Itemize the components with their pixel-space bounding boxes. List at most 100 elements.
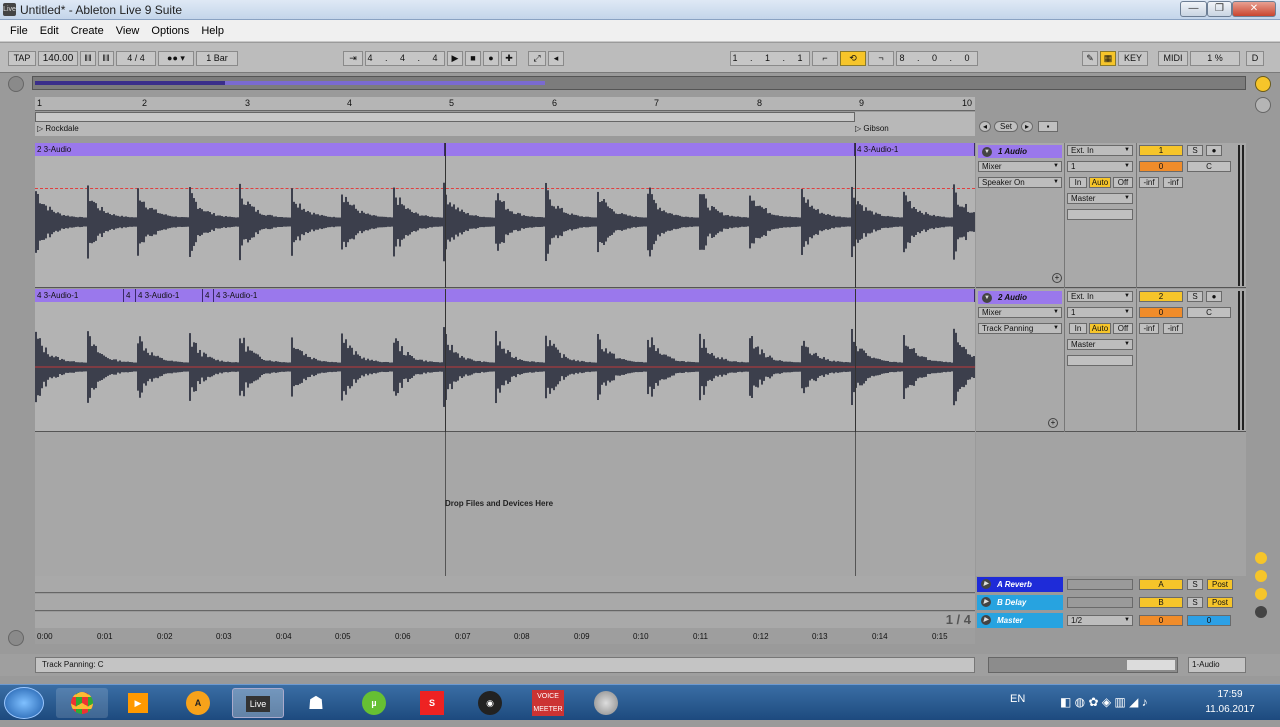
io-toggle-icon[interactable] <box>1255 552 1267 564</box>
close-button[interactable]: ✕ <box>1232 1 1276 17</box>
return-name-a[interactable]: ▶ A Reverb <box>977 577 1063 592</box>
monitor-off-button[interactable]: Off <box>1113 323 1133 334</box>
clip-header[interactable]: 4 <box>124 289 136 302</box>
mixer-toggle-icon[interactable] <box>1255 588 1267 600</box>
voicemeeter-icon[interactable]: VOICE MEETER <box>522 688 574 718</box>
track-activator-button[interactable]: 2 <box>1139 291 1183 302</box>
menu-file[interactable]: File <box>0 20 34 42</box>
fold-icon[interactable]: ▼ <box>982 147 992 157</box>
return-lane-b[interactable] <box>35 594 975 611</box>
draw-mode-icon[interactable]: ✎ <box>1082 51 1098 66</box>
input-type-chooser[interactable]: Ext. In <box>1067 291 1133 302</box>
return-b-solo[interactable]: S <box>1187 597 1203 608</box>
set-locator-button[interactable]: Set <box>994 121 1018 132</box>
locator-rockdale[interactable]: ▷ Rockdale <box>37 124 79 133</box>
return-a-activator[interactable]: A <box>1139 579 1183 590</box>
clip-header[interactable] <box>445 143 855 156</box>
return-a-post[interactable]: Post <box>1207 579 1233 590</box>
locator-gibson[interactable]: ▷ Gibson <box>855 124 889 133</box>
master-volume[interactable]: 0 <box>1139 615 1183 626</box>
automation-control-chooser[interactable]: Speaker On <box>978 177 1062 188</box>
solo-button[interactable]: S <box>1187 291 1203 302</box>
arm-button[interactable]: ● <box>1206 291 1222 302</box>
time-ruler[interactable]: 0:00 0:01 0:02 0:03 0:04 0:05 0:06 0:07 … <box>35 628 975 644</box>
monitor-in-button[interactable]: In <box>1069 323 1087 334</box>
master-name[interactable]: ▶ Master <box>977 613 1063 628</box>
overview-selection[interactable] <box>1127 660 1175 670</box>
menu-create[interactable]: Create <box>65 20 110 42</box>
menu-help[interactable]: Help <box>195 20 230 42</box>
loop-button[interactable]: ⟲ <box>840 51 866 66</box>
pan-field[interactable]: C <box>1187 161 1231 172</box>
send-b-field[interactable]: -inf <box>1163 323 1183 334</box>
master-lane[interactable]: 1 / 4 <box>35 612 975 629</box>
stop-button[interactable]: ■ <box>465 51 481 66</box>
midi-map-button[interactable]: MIDI <box>1158 51 1188 66</box>
media-player-icon[interactable]: ▶ <box>112 688 164 718</box>
menu-edit[interactable]: Edit <box>34 20 65 42</box>
next-locator-button[interactable]: ▸ <box>1021 121 1033 132</box>
return-b-output[interactable] <box>1067 597 1133 608</box>
solo-button[interactable]: S <box>1187 145 1203 156</box>
track-name[interactable]: ▼ 2 Audio <box>978 291 1062 304</box>
return-b-post[interactable]: Post <box>1207 597 1233 608</box>
punch-in-button[interactable]: ⌐ <box>812 51 838 66</box>
punch-out-button[interactable]: ¬ <box>868 51 894 66</box>
arm-button[interactable]: ● <box>1206 145 1222 156</box>
browser-toggle-icon[interactable] <box>8 76 24 92</box>
add-lane-icon[interactable]: + <box>1052 273 1062 283</box>
position-field[interactable]: 4 . 4 . 4 <box>365 51 445 66</box>
metronome-button[interactable]: ●● ▾ <box>158 51 194 66</box>
key-map-button[interactable]: KEY <box>1118 51 1148 66</box>
arrangement-overview[interactable] <box>32 76 1246 90</box>
return-name-b[interactable]: ▶ B Delay <box>977 595 1063 610</box>
clip-header[interactable]: 4 3-Audio-1 <box>855 143 975 156</box>
fold-icon[interactable]: ▶ <box>981 597 991 607</box>
cue-volume[interactable]: 0 <box>1187 615 1231 626</box>
monitor-auto-button[interactable]: Auto <box>1089 323 1111 334</box>
clock-date[interactable]: 11.06.2017 <box>1200 704 1260 715</box>
send-a-field[interactable]: -inf <box>1139 177 1159 188</box>
maximize-button[interactable]: ❐ <box>1207 1 1232 17</box>
output-chooser[interactable]: Master <box>1067 339 1133 350</box>
volume-field[interactable]: 0 <box>1139 161 1183 172</box>
menu-options[interactable]: Options <box>145 20 195 42</box>
monitor-off-button[interactable]: Off <box>1113 177 1133 188</box>
prev-locator-button[interactable]: ◂ <box>979 121 991 132</box>
track-activator-button[interactable]: 1 <box>1139 145 1183 156</box>
return-a-output[interactable] <box>1067 579 1133 590</box>
cue-button[interactable]: ▪ <box>1038 121 1058 132</box>
clip-header[interactable]: 4 3-Audio-1 <box>35 289 124 302</box>
beat-time-ruler[interactable]: 1 2 3 4 5 6 7 8 9 10 <box>35 97 975 111</box>
clip-header[interactable]: 4 <box>203 289 214 302</box>
input-type-chooser[interactable]: Ext. In <box>1067 145 1133 156</box>
language-indicator[interactable]: EN <box>1010 693 1025 705</box>
loop-start-field[interactable]: 1 . 1 . 1 <box>730 51 810 66</box>
return-a-solo[interactable]: S <box>1187 579 1203 590</box>
device-chooser[interactable]: Mixer <box>978 307 1062 318</box>
clip-view-toggle-icon[interactable] <box>8 630 24 646</box>
start-button[interactable] <box>4 687 44 719</box>
input-channel-chooser[interactable]: 1 <box>1067 161 1133 172</box>
menu-view[interactable]: View <box>110 20 146 42</box>
returns-toggle-icon[interactable] <box>1255 570 1267 582</box>
clip-header[interactable]: 4 3-Audio-1 <box>136 289 203 302</box>
track-lane-1[interactable]: 2 3-Audio 4 3-Audio-1 <box>35 143 975 288</box>
utorrent-icon[interactable]: µ <box>348 688 400 718</box>
return-lane-a[interactable] <box>35 576 975 593</box>
pan-field[interactable]: C <box>1187 307 1231 318</box>
master-output-chooser[interactable]: 1/2 <box>1067 615 1133 626</box>
quantize-dropdown[interactable]: 1 Bar <box>196 51 238 66</box>
info-view-icon[interactable] <box>1255 76 1271 92</box>
aimp-icon[interactable]: A <box>172 688 224 718</box>
clip-header[interactable]: 2 3-Audio <box>35 143 445 156</box>
drop-area[interactable]: Drop Files and Devices Here <box>35 432 975 576</box>
fold-icon[interactable]: ▼ <box>982 293 992 303</box>
fold-icon[interactable]: ▶ <box>981 579 991 589</box>
output-chooser[interactable]: Master <box>1067 193 1133 204</box>
send-b-field[interactable]: -inf <box>1163 177 1183 188</box>
clock-time[interactable]: 17:59 <box>1200 689 1260 700</box>
tray-icons[interactable]: ◧ ◍ ✿ ◈ ▥ ◢ ♪ <box>1060 695 1148 709</box>
monitor-auto-button[interactable]: Auto <box>1089 177 1111 188</box>
tap-button[interactable]: TAP <box>8 51 36 66</box>
